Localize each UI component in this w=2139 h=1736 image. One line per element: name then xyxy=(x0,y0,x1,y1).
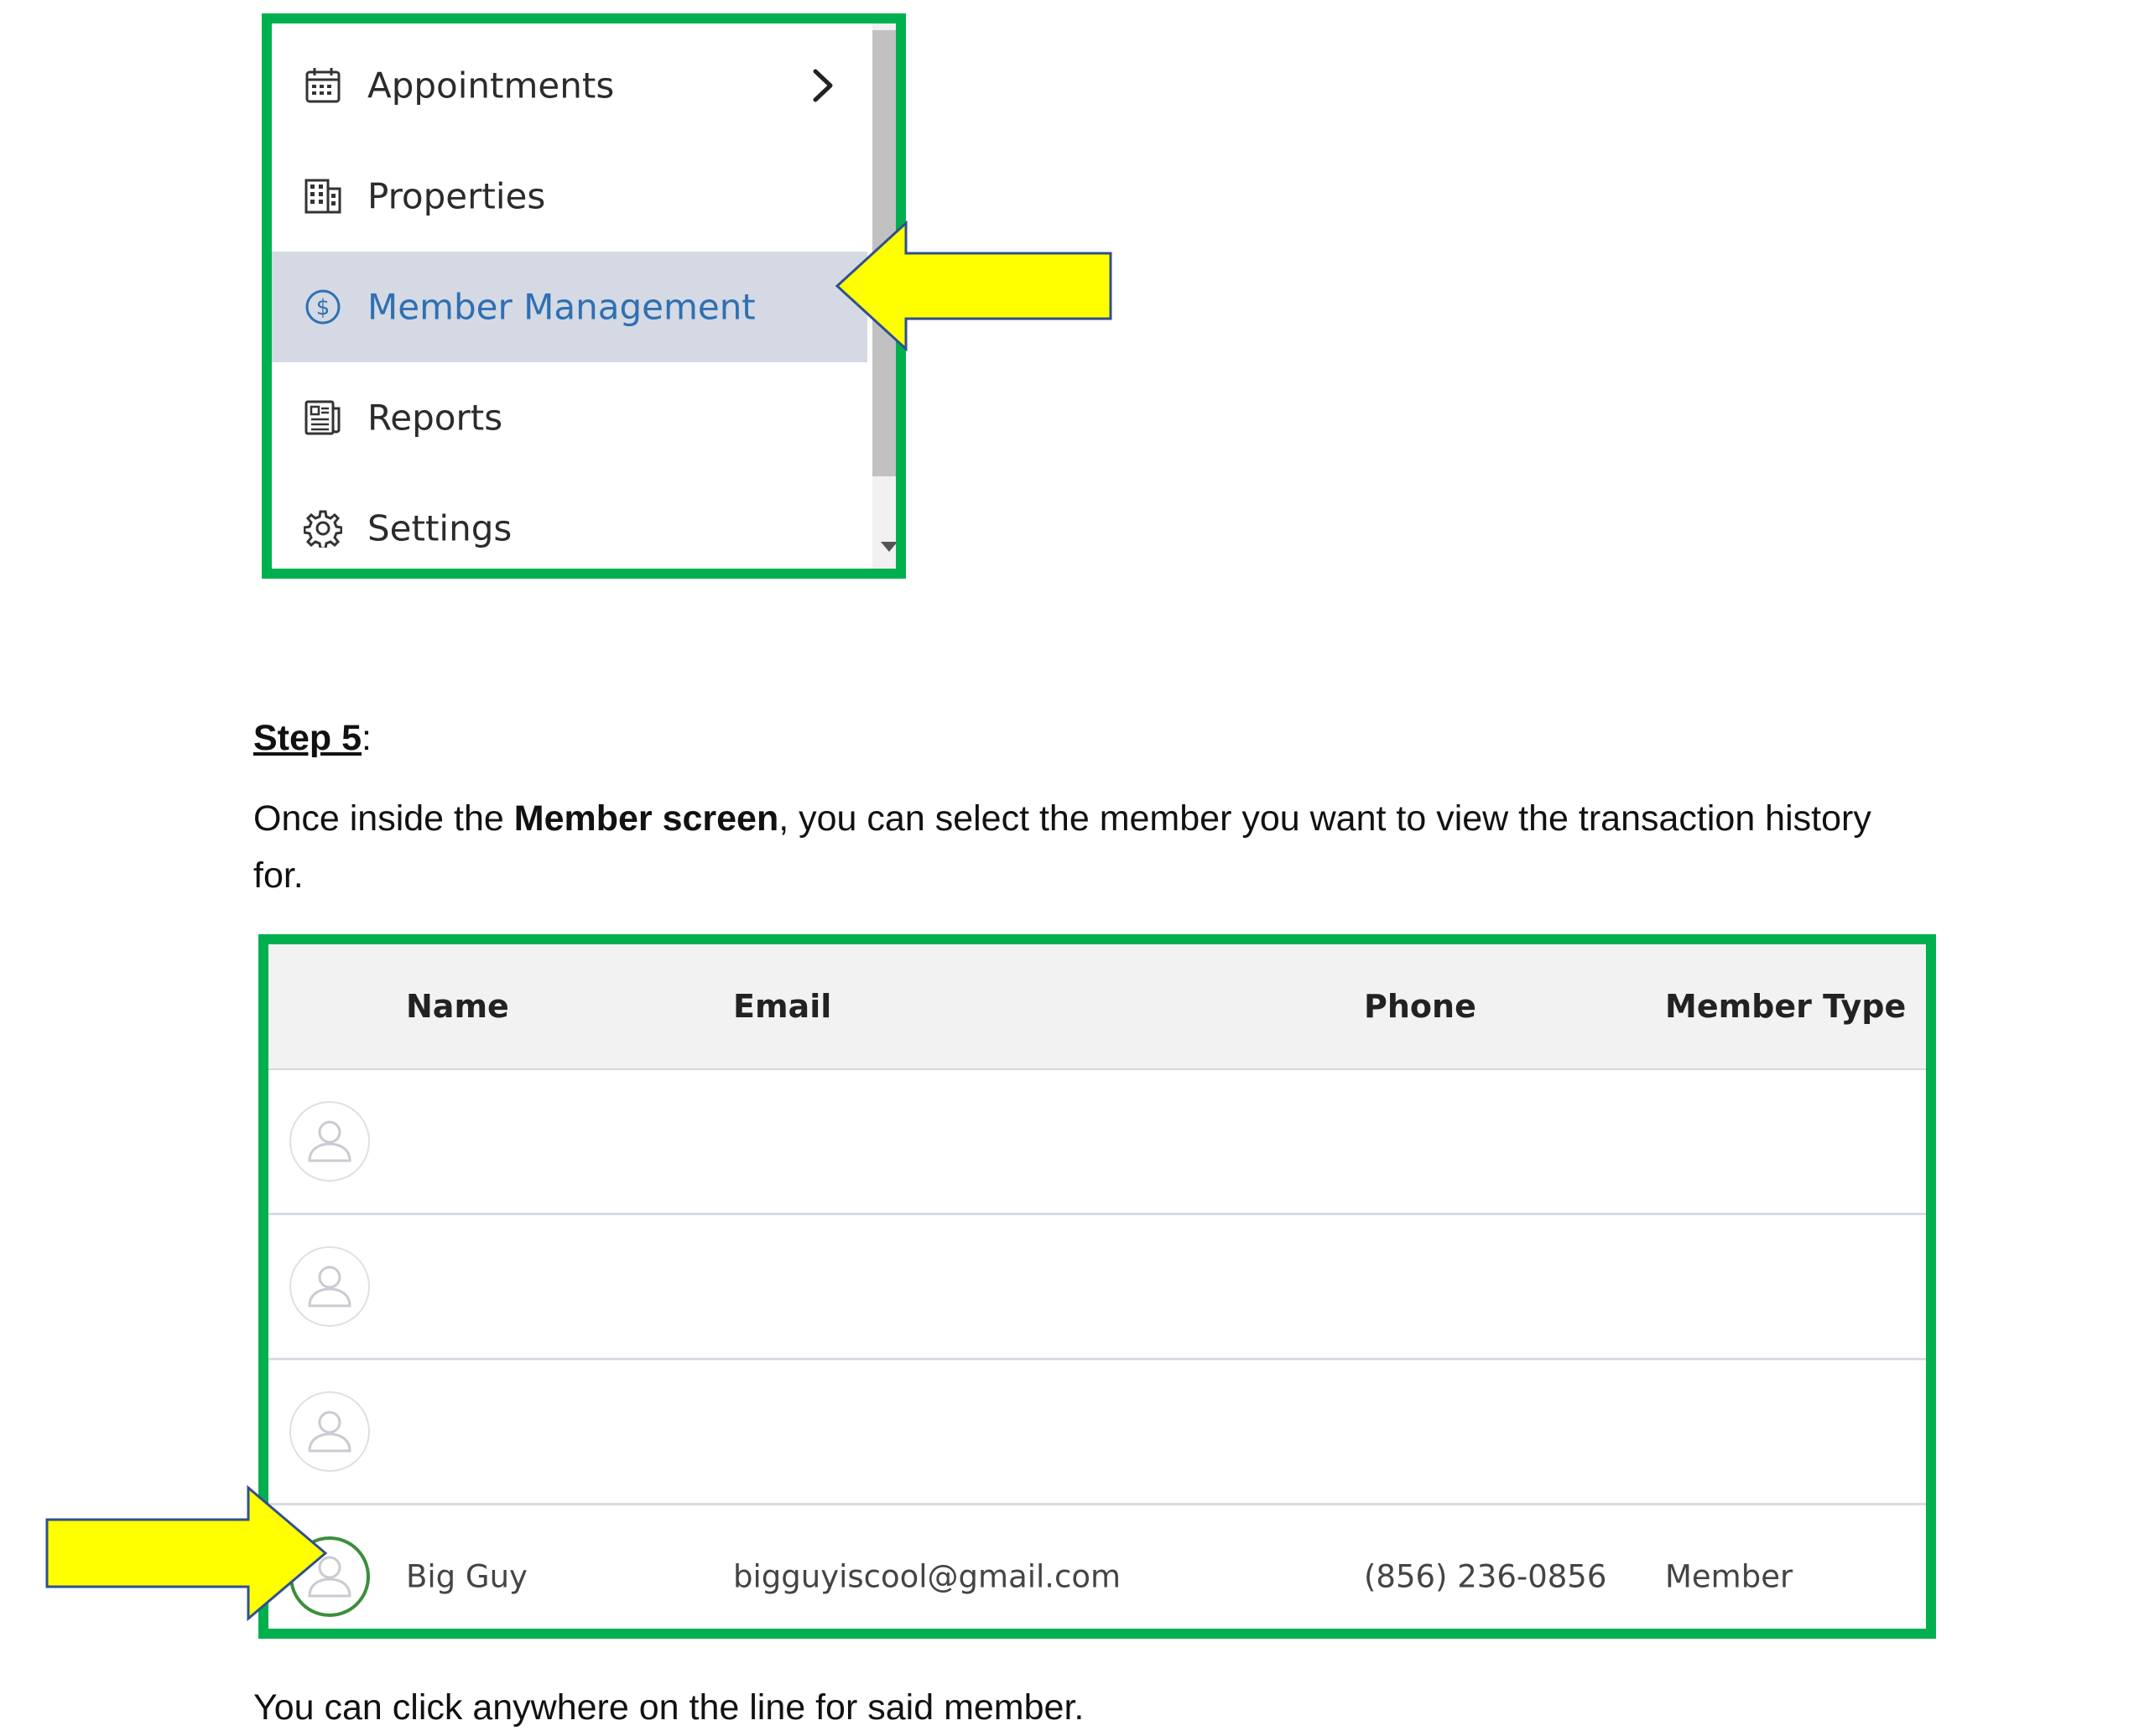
avatar-icon xyxy=(289,1101,370,1182)
svg-text:$: $ xyxy=(316,295,330,320)
sidebar-item-appointments[interactable]: Appointments xyxy=(272,30,867,141)
step-heading: Step 5: xyxy=(253,709,372,767)
sidebar-item-member-management[interactable]: $ Member Management xyxy=(272,252,867,362)
sidebar-item-reports[interactable]: Reports xyxy=(272,362,867,473)
sidebar-item-settings[interactable]: Settings xyxy=(272,473,867,569)
table-row[interactable] xyxy=(268,1360,1926,1505)
column-header-email[interactable]: Email xyxy=(733,988,831,1025)
report-icon xyxy=(304,400,341,435)
column-header-member-type[interactable]: Member Type xyxy=(1665,988,1906,1025)
table-header: Name Email Phone Member Type xyxy=(268,944,1926,1070)
sidebar-item-label: Properties xyxy=(367,175,546,217)
sidebar-item-label: Appointments xyxy=(367,65,615,107)
building-icon xyxy=(304,179,341,214)
yellow-arrow-left-icon xyxy=(835,220,1112,352)
table-row[interactable] xyxy=(268,1215,1926,1360)
member-name: Big Guy xyxy=(406,1558,528,1595)
dollar-circle-icon: $ xyxy=(305,289,341,325)
step-heading-label: Step 5 xyxy=(253,718,362,758)
table-row-selected[interactable]: Big Guy bigguyiscool@gmail.com (856) 236… xyxy=(268,1505,1926,1629)
footer-note: You can click anywhere on the line for s… xyxy=(253,1687,1085,1728)
sidebar-item-label: Reports xyxy=(367,397,503,439)
sidebar-item-label: Member Management xyxy=(367,286,756,328)
gear-icon xyxy=(304,510,342,548)
yellow-arrow-right-icon xyxy=(45,1484,328,1622)
member-email: bigguyiscool@gmail.com xyxy=(733,1558,1122,1595)
column-header-name[interactable]: Name xyxy=(406,988,509,1025)
sidebar-item-properties[interactable]: Properties xyxy=(272,141,867,252)
calendar-icon xyxy=(305,68,341,103)
column-header-phone[interactable]: Phone xyxy=(1364,988,1476,1025)
step-heading-colon: : xyxy=(362,718,372,758)
step-instructions: Once inside the Member screen, you can s… xyxy=(253,790,1931,904)
avatar-icon xyxy=(289,1391,370,1472)
member-type: Member xyxy=(1665,1558,1793,1595)
member-phone: (856) 236-0856 xyxy=(1364,1558,1607,1595)
instructions-bold-text: Member screen xyxy=(513,798,779,839)
member-table-screenshot: Name Email Phone Member Type Big Guy big… xyxy=(258,934,1936,1639)
chevron-right-icon[interactable] xyxy=(809,66,837,105)
table-row[interactable] xyxy=(268,1070,1926,1215)
scroll-down-icon[interactable] xyxy=(879,538,899,555)
sidebar-menu-screenshot: Appointments Properties $ Member Managem… xyxy=(262,13,906,579)
instructions-text: Once inside the xyxy=(253,798,514,839)
avatar-icon xyxy=(289,1246,370,1327)
sidebar-item-label: Settings xyxy=(367,507,513,549)
